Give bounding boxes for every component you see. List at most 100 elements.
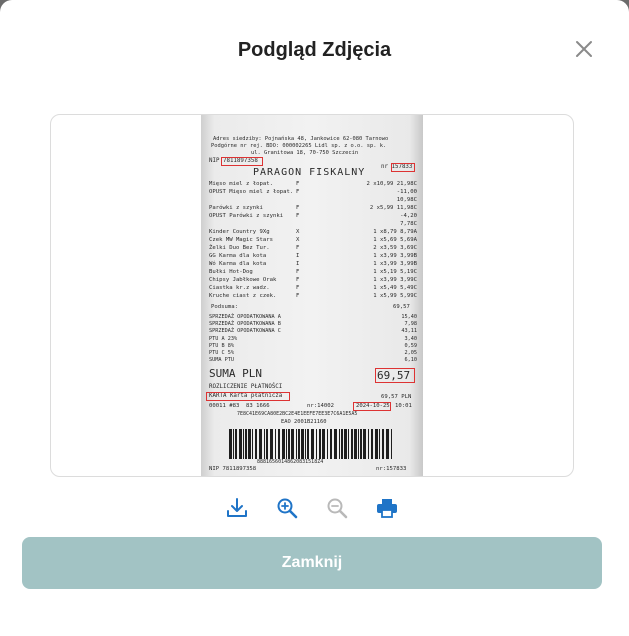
receipt-item-tax: F: [296, 189, 300, 195]
receipt-item-name: OPUST Parówki z szynki: [209, 213, 284, 219]
barcode-bar: [252, 429, 253, 459]
receipt-item-name: Kruche ciast z czek.: [209, 293, 277, 299]
receipt-vat-label: PTU A 23%: [209, 335, 238, 342]
receipt-item-price: 1 x8,79 8,79A: [373, 229, 417, 235]
barcode-bar: [270, 429, 273, 459]
receipt-time: 10:01: [395, 403, 412, 409]
barcode-bar: [319, 429, 321, 459]
print-icon[interactable]: [375, 496, 399, 520]
receipt-item-price: 10,98C: [396, 197, 417, 203]
receipt-vat-label: PTU C 5%: [209, 350, 234, 356]
barcode-bar: [239, 429, 242, 459]
zoom-out-icon[interactable]: [325, 496, 349, 520]
receipt-item-price: 7,78C: [400, 221, 417, 227]
close-button[interactable]: Zamknij: [22, 537, 602, 589]
barcode-bar: [305, 429, 306, 459]
receipt-item-name: Mięso miel z łopat.: [209, 181, 273, 187]
barcode-bar: [233, 429, 234, 459]
barcode-bar: [288, 429, 290, 459]
zoom-in-icon[interactable]: [275, 496, 299, 520]
receipt-vat-label: SUMA PTU: [209, 357, 234, 364]
receipt-item-tax: I: [296, 253, 300, 259]
barcode-bar: [316, 429, 317, 459]
barcode-bar: [301, 429, 304, 459]
receipt-item-tax: F: [296, 181, 300, 187]
barcode-bar: [298, 429, 300, 459]
receipt-item-price: 2 x3,59 3,69C: [373, 245, 417, 251]
receipt-header-3: ul. Granitowa 18, 70-750 Szczecin: [251, 150, 359, 156]
barcode-bar: [291, 429, 294, 459]
barcode-bar: [386, 429, 389, 459]
receipt-header-1: Adres siedziby: Pojnańska 48, Jankowice …: [213, 136, 389, 142]
barcode-bar: [266, 429, 268, 459]
receipt-vat-value: 43,11: [401, 328, 417, 335]
receipt-rozliczenie: ROZLICZENIE PŁATNOŚCI: [209, 384, 283, 390]
receipt-item-price: 2 x10,99 21,98C: [366, 181, 417, 187]
barcode-bar: [229, 429, 232, 459]
receipt-item-name: Kinder Country 9Xg: [209, 229, 270, 235]
receipt-item-name: Chipsy Jabłkowe Orak: [209, 277, 277, 283]
close-icon[interactable]: [573, 38, 595, 60]
barcode-bar: [275, 429, 276, 459]
receipt-item-price: 1 x3,99 3,99C: [373, 277, 417, 283]
receipt-item-price: 1 x5,49 5,49C: [373, 285, 417, 291]
barcode-bar: [375, 429, 378, 459]
preview-dialog: Podgląd Zdjęcia Adres siedziby: Pojnańsk…: [0, 0, 629, 636]
barcode-bar: [341, 429, 343, 459]
receipt-item-tax: F: [296, 213, 300, 219]
receipt-item-name: Czek MW Magic Stars: [209, 237, 273, 243]
highlight-receipt-number: [391, 163, 415, 172]
receipt-item-tax: F: [296, 269, 300, 275]
receipt-vat-value: 6,10: [404, 357, 418, 364]
receipt-podsuma: 69,57: [393, 304, 410, 310]
receipt-vat-value: 3,40: [404, 335, 418, 342]
receipt-item-tax: F: [296, 285, 300, 291]
receipt-code-1: 7E8C41E69CA80E2BC2E4E1EEFE7EE3E7C6A1E5A5: [237, 411, 358, 417]
receipt-item-price: 1 x5,99 5,99C: [373, 293, 417, 299]
receipt-karta-value: 69,57 PLN: [381, 394, 412, 400]
highlight-suma: [375, 368, 415, 383]
barcode-bar: [339, 429, 340, 459]
receipt-barcode-number: 88816560148620831518Z4: [257, 459, 324, 465]
receipt-suma-label: SUMA PLN: [209, 367, 262, 380]
receipt-item-price: 1 x5,69 5,69A: [373, 237, 417, 243]
receipt-footer-1: 00011 #83 83 1666: [209, 403, 270, 409]
highlight-date: [353, 402, 391, 411]
barcode-bar: [307, 429, 309, 459]
receipt-item-price: -4,20: [400, 213, 417, 219]
barcode-bar: [248, 429, 251, 459]
barcode-bar: [348, 429, 349, 459]
receipt-item-name: Ciastka kr.z wadz.: [209, 285, 270, 291]
barcode-bar: [334, 429, 337, 459]
barcode-bar: [255, 429, 257, 459]
barcode-bar: [344, 429, 347, 459]
receipt-barcode: [229, 429, 392, 459]
barcode-bar: [360, 429, 362, 459]
highlight-karta: [206, 392, 290, 401]
receipt-item-name: GG Karma dla kota: [209, 253, 267, 259]
receipt-item-name: OPUST Mięso miel z łopat.: [209, 189, 294, 195]
barcode-bar: [363, 429, 366, 459]
barcode-bar: [382, 429, 384, 459]
receipt-vat-label: PTU B 8%: [209, 342, 234, 349]
receipt-vat-label: SPRZEDAŻ OPODATKOWANA A: [209, 314, 281, 320]
receipt-nr-bottom: nr:157833: [376, 466, 407, 472]
receipt-item-price: 1 x3,99 3,99B: [373, 253, 417, 259]
receipt-podsuma-label: Podsuma:: [211, 304, 238, 310]
download-icon[interactable]: [225, 496, 249, 520]
barcode-bar: [282, 429, 285, 459]
barcode-bar: [311, 429, 314, 459]
receipt-item-tax: F: [296, 293, 300, 299]
receipt-item-tax: X: [296, 229, 300, 235]
receipt-item-tax: F: [296, 205, 300, 211]
barcode-bar: [379, 429, 380, 459]
dialog-title: Podgląd Zdjęcia: [237, 39, 392, 61]
receipt-item-price: 1 x5,19 5,19C: [373, 269, 417, 275]
receipt-item-price: 2 x5,99 11,98C: [369, 205, 417, 211]
receipt-vat-value: 15,40: [401, 314, 417, 320]
barcode-bar: [264, 429, 265, 459]
receipt-paragon: PARAGON FISKALNY: [253, 167, 366, 178]
barcode-bar: [391, 429, 392, 459]
receipt-image: Adres siedziby: Pojnańska 48, Jankowice …: [201, 115, 423, 476]
barcode-bar: [286, 429, 287, 459]
